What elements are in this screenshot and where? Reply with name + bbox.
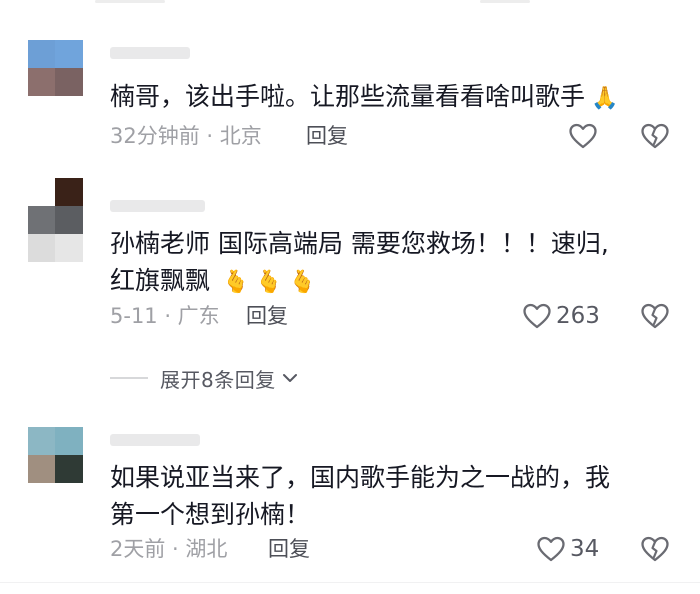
username-blurred[interactable] — [110, 200, 205, 212]
comment-text-line: 第一个想到孙楠！ — [110, 500, 311, 529]
divider — [110, 377, 148, 379]
top-divider — [0, 0, 700, 4]
comment-text-line: 孙楠老师 国际高端局 需要您救场！！！速归, — [110, 229, 609, 258]
reply-button[interactable]: 回复 — [306, 120, 348, 152]
comment-text-line: 楠哥，该出手啦。让那些流量看看啥叫歌手 — [110, 82, 586, 111]
comment-text-line: 红旗飘飘 — [110, 266, 211, 295]
reply-button[interactable]: 回复 — [246, 300, 288, 332]
expand-replies-button[interactable]: 展开8条回复 — [110, 363, 298, 393]
avatar[interactable] — [28, 178, 83, 262]
username-blurred[interactable] — [110, 434, 200, 446]
heart-outline-icon — [523, 303, 551, 329]
comment-text: 如果说亚当来了，国内歌手能为之一战的，我 第一个想到孙楠！ — [110, 459, 670, 533]
comment-text: 孙楠老师 国际高端局 需要您救场！！！速归, 红旗飘飘 🫰🫰🫰 — [110, 225, 670, 301]
like-count: 263 — [556, 303, 600, 329]
like-button[interactable]: 34 — [536, 532, 599, 566]
like-button[interactable]: 263 — [522, 299, 600, 333]
like-button[interactable] — [568, 119, 602, 153]
avatar[interactable] — [28, 40, 83, 96]
comment-meta: 32分钟前 · 北京 — [110, 124, 262, 148]
broken-heart-icon[interactable] — [640, 534, 670, 564]
avatar[interactable] — [28, 427, 83, 483]
emoji: 🫰🫰🫰 — [222, 270, 323, 295]
broken-heart-icon[interactable] — [640, 121, 670, 151]
comment-meta: 5-11 · 广东 — [110, 304, 220, 328]
username-blurred[interactable] — [110, 47, 190, 59]
comment-text-line: 如果说亚当来了，国内歌手能为之一战的，我 — [110, 463, 611, 492]
reply-button[interactable]: 回复 — [268, 533, 310, 565]
emoji: 🙏 — [591, 86, 619, 111]
bottom-divider — [0, 582, 700, 583]
chevron-down-icon — [282, 374, 297, 382]
heart-outline-icon — [537, 536, 565, 562]
broken-heart-icon[interactable] — [640, 301, 670, 331]
like-count: 34 — [570, 536, 600, 562]
heart-outline-icon — [569, 123, 597, 149]
comment-meta: 2天前 · 湖北 — [110, 537, 228, 561]
expand-replies-label: 展开8条回复 — [160, 367, 276, 392]
comment-text: 楠哥，该出手啦。让那些流量看看啥叫歌手 🙏 — [110, 78, 670, 117]
